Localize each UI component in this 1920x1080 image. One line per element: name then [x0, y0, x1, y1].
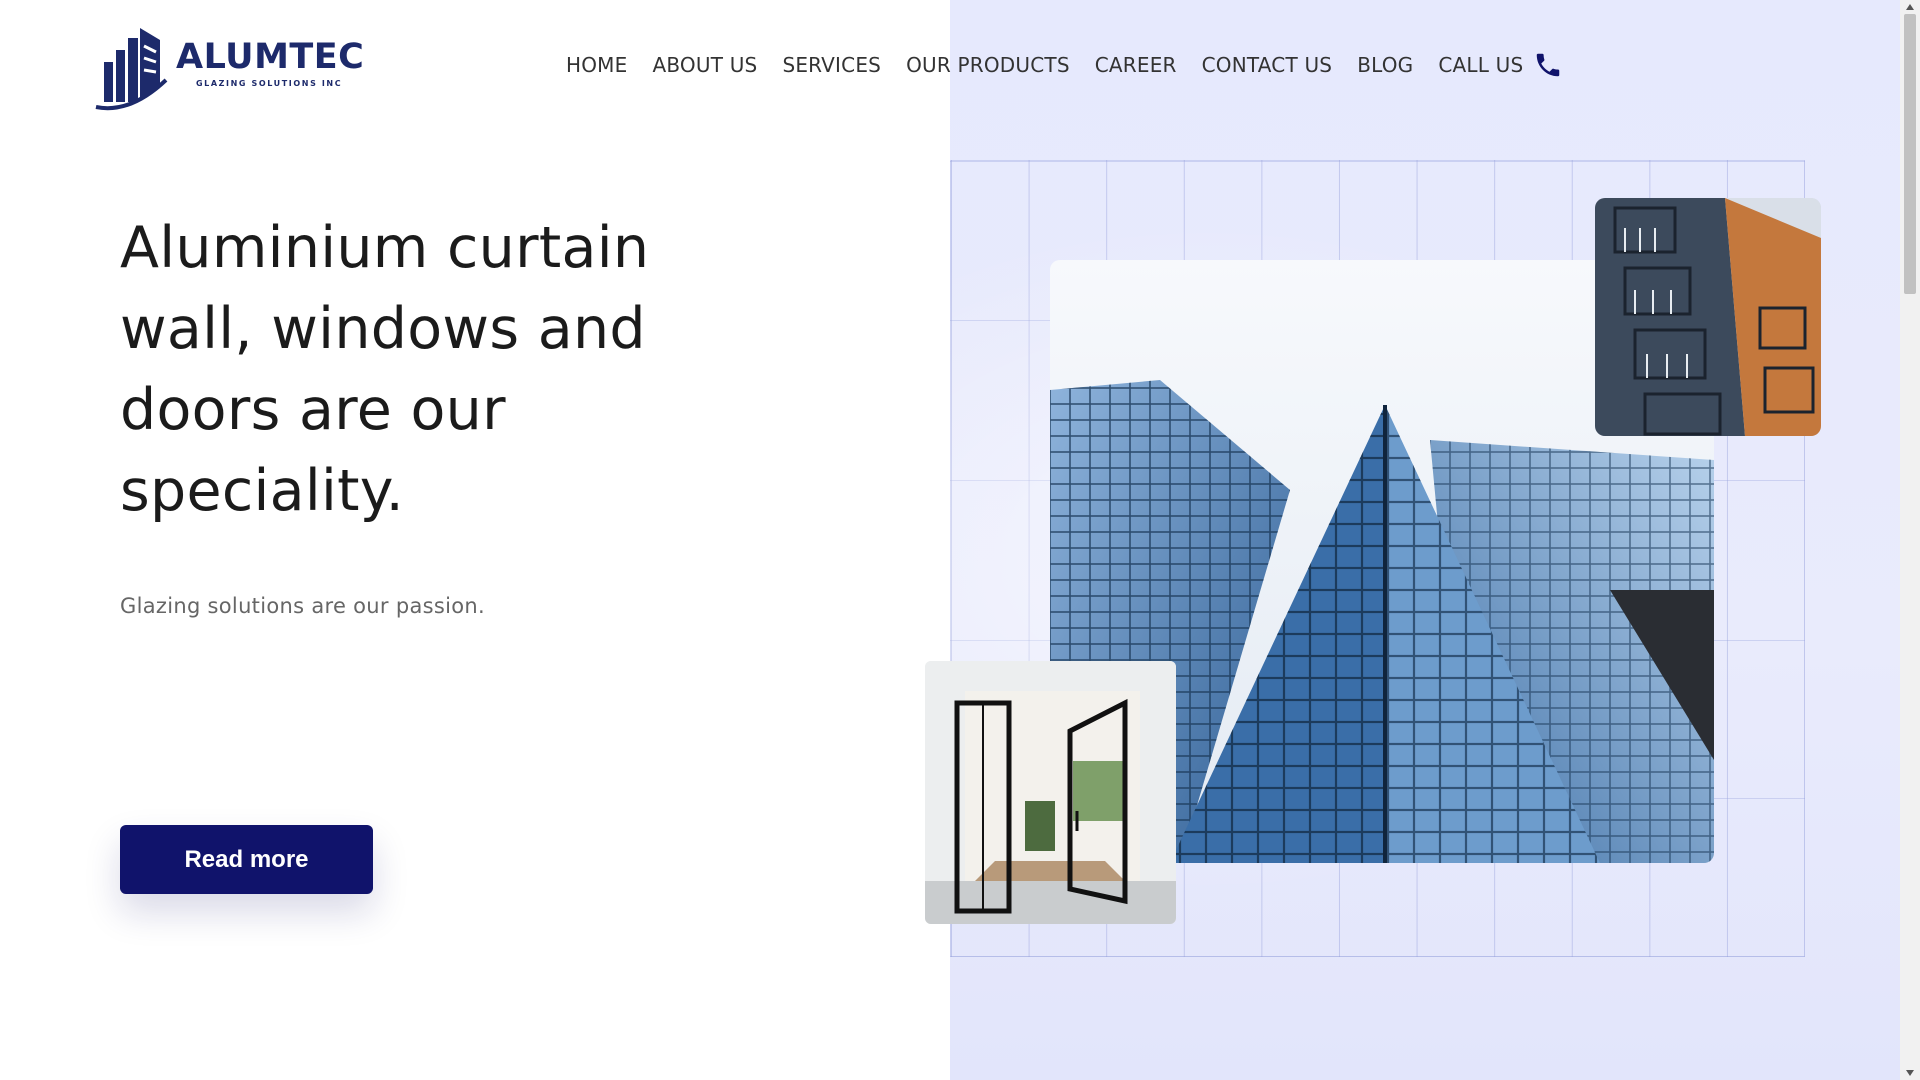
- brand-logo[interactable]: ALUMTEC GLAZING SOLUTIONS INC: [90, 22, 364, 112]
- main-nav: HOME ABOUT US SERVICES OUR PRODUCTS CARE…: [566, 50, 1563, 80]
- nav-contact-us[interactable]: CONTACT US: [1202, 53, 1333, 77]
- nav-about-us[interactable]: ABOUT US: [652, 53, 757, 77]
- read-more-button[interactable]: Read more: [120, 825, 373, 894]
- nav-call-us[interactable]: CALL US: [1438, 50, 1563, 80]
- balcony-building-image: [1595, 198, 1821, 436]
- logo-building-icon: [95, 28, 168, 111]
- brand-name: ALUMTEC: [176, 37, 365, 77]
- nav-services[interactable]: SERVICES: [782, 53, 881, 77]
- scrollbar-thumb[interactable]: [1904, 14, 1916, 294]
- nav-our-products[interactable]: OUR PRODUCTS: [906, 53, 1070, 77]
- nav-home[interactable]: HOME: [566, 53, 627, 77]
- nav-blog[interactable]: BLOG: [1357, 53, 1413, 77]
- scroll-up-arrow-icon[interactable]: [1905, 2, 1915, 12]
- scroll-down-arrow-icon[interactable]: [1905, 1068, 1915, 1078]
- phone-icon: [1533, 50, 1563, 80]
- nav-career[interactable]: CAREER: [1095, 53, 1177, 77]
- page-scrollbar[interactable]: [1900, 0, 1920, 1080]
- hero-title: Aluminium curtain wall, windows and door…: [120, 215, 650, 524]
- brand-tagline: GLAZING SOLUTIONS INC: [196, 79, 343, 88]
- call-us-label: CALL US: [1438, 53, 1524, 77]
- glass-door-interior-image: [925, 661, 1176, 924]
- hero-subtitle: Glazing solutions are our passion.: [120, 594, 485, 618]
